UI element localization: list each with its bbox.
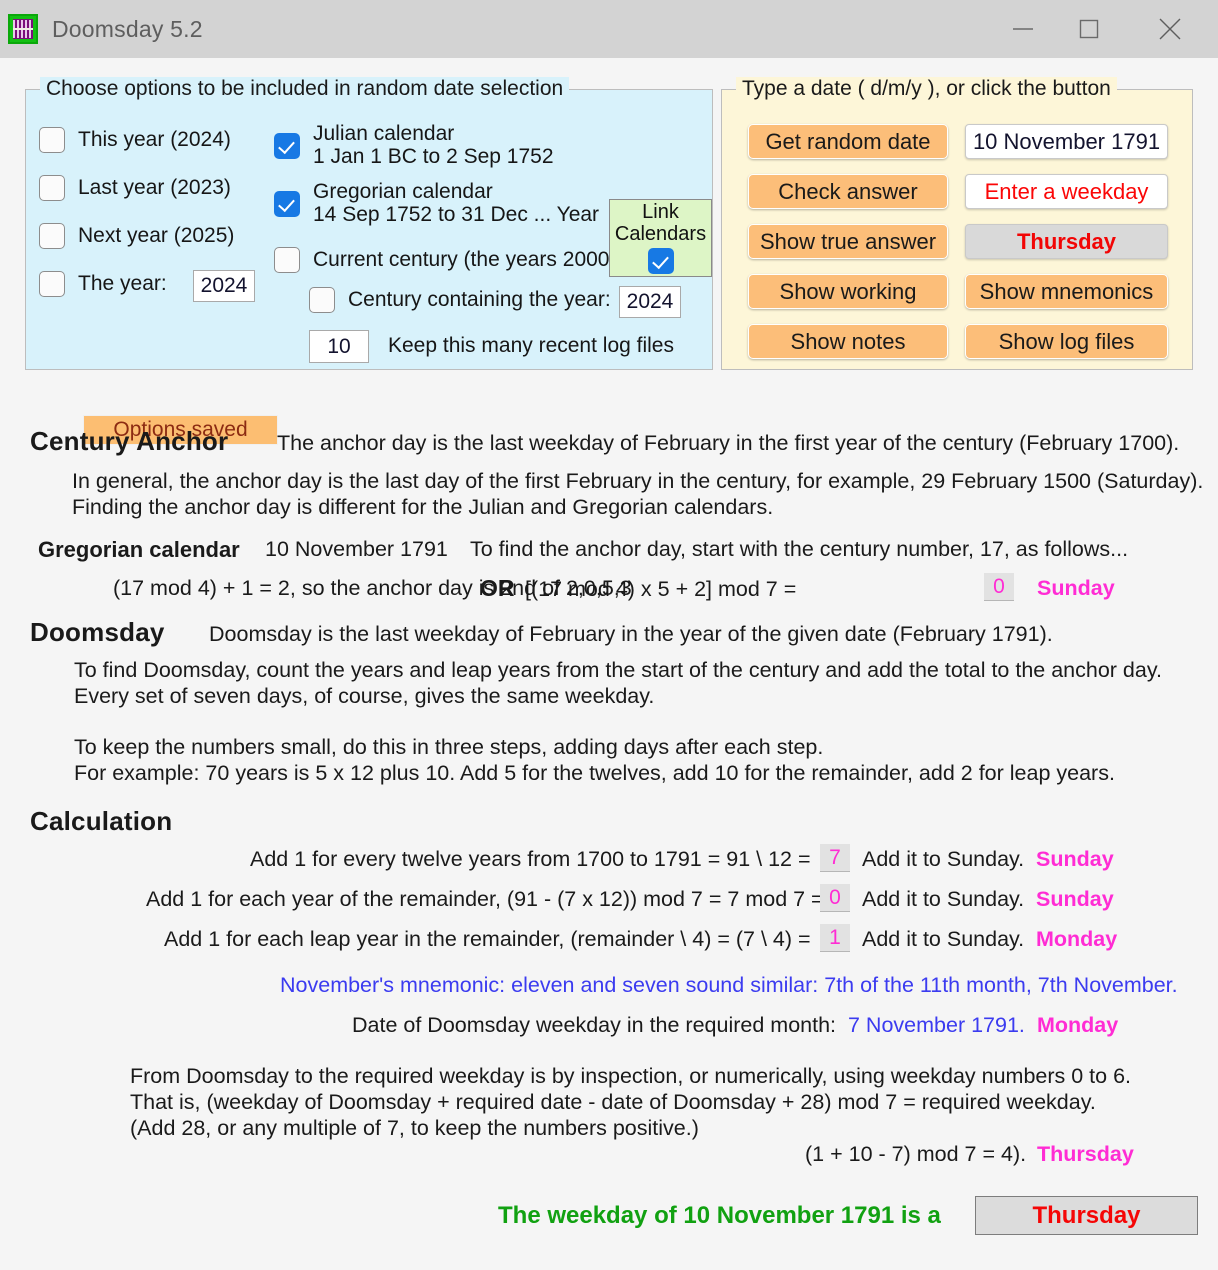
minimize-icon[interactable] (990, 0, 1056, 58)
final-formula: (1 + 10 - 7) mod 7 = 4). (805, 1142, 1027, 1166)
calc-note-2: That is, (weekday of Doomsday + required… (130, 1090, 1096, 1114)
calculation-heading: Calculation (30, 806, 173, 836)
calc-step-2-weekday: Sunday (1036, 887, 1114, 911)
calc-step-1-weekday: Sunday (1036, 847, 1114, 871)
this-year-checkbox[interactable] (39, 127, 65, 153)
calc-note-3: (Add 28, or any multiple of 7, to keep t… (130, 1116, 699, 1140)
weekday-answer-display: Thursday (965, 224, 1168, 259)
title-bar: Doomsday 5.2 (0, 0, 1218, 58)
maximize-icon[interactable] (1056, 0, 1122, 58)
close-icon[interactable] (1122, 0, 1218, 58)
final-weekday: Thursday (1037, 1142, 1134, 1166)
result-text: The weekday of 10 November 1791 is a (498, 1202, 941, 1229)
gregorian-calendar-date: 10 November 1791 (265, 537, 448, 561)
gregorian-calendar-tail: To find the anchor day, start with the c… (470, 537, 1129, 561)
checkbox-julian-calendar[interactable]: Julian calendar 1 Jan 1 BC to 2 Sep 1752 (274, 122, 554, 168)
options-panel: Choose options to be included in random … (25, 77, 713, 445)
doomsday-para2: Every set of seven days, of course, give… (74, 684, 655, 708)
gregorian-calendar-checkbox[interactable] (274, 190, 300, 217)
doomsday-date-weekday: Monday (1037, 1013, 1119, 1037)
checkbox-this-year[interactable]: This year (2024) (39, 127, 231, 153)
anchor-value-box: 0 (984, 573, 1014, 601)
show-log-files-button[interactable]: Show log files (965, 324, 1168, 359)
link-calendars-checkbox[interactable] (647, 248, 674, 275)
anchor-weekday: Sunday (1037, 576, 1115, 600)
calendar-app-icon (8, 14, 38, 44)
window-controls (990, 0, 1218, 58)
doomsday-heading-tail: Doomsday is the last weekday of February… (209, 622, 1053, 646)
options-panel-legend: Choose options to be included in random … (40, 77, 570, 101)
the-year-label: The year: (78, 271, 167, 295)
get-random-date-button[interactable]: Get random date (748, 124, 948, 159)
doomsday-para1: To find Doomsday, count the years and le… (74, 658, 1162, 682)
anchor-formula-b: [(17 mod 4) x 5 + 2] mod 7 = (525, 577, 797, 601)
link-calendars-box[interactable]: Link Calendars (609, 199, 712, 277)
next-year-checkbox[interactable] (39, 223, 65, 249)
anchor-formula-or: OR (480, 575, 515, 601)
result-weekday-box: Thursday (975, 1196, 1198, 1235)
the-year-input[interactable]: 2024 (193, 270, 255, 302)
checkbox-gregorian-calendar[interactable]: Gregorian calendar 14 Sep 1752 to 31 Dec… (274, 180, 600, 226)
century-anchor-para2: Finding the anchor day is different for … (72, 495, 774, 519)
julian-label-line1: Julian calendar (313, 122, 455, 145)
doomsday-para4: For example: 70 years is 5 x 12 plus 10.… (74, 761, 1115, 785)
weekday-input[interactable]: Enter a weekday (965, 174, 1168, 209)
gregorian-label-line2: 14 Sep 1752 to 31 Dec ... Year (313, 202, 600, 226)
doomsday-date-value: 7 November 1791. (848, 1013, 1025, 1037)
show-working-button[interactable]: Show working (748, 274, 948, 309)
show-true-answer-button[interactable]: Show true answer (748, 224, 948, 259)
the-year-checkbox[interactable] (39, 271, 65, 297)
check-answer-button[interactable]: Check answer (748, 174, 948, 209)
last-year-label: Last year (2023) (78, 175, 231, 199)
calc-step-3-weekday: Monday (1036, 927, 1118, 951)
show-notes-button[interactable]: Show notes (748, 324, 948, 359)
log-files-label: Keep this many recent log files (388, 334, 674, 357)
next-year-label: Next year (2025) (78, 223, 235, 247)
calc-step-2-text: Add 1 for each year of the remainder, (9… (146, 887, 824, 911)
century-anchor-heading: Century Anchor (30, 426, 229, 456)
date-panel: Type a date ( d/m/y ), or click the butt… (721, 77, 1193, 370)
gregorian-calendar-label: Gregorian calendar (38, 537, 240, 562)
window-title: Doomsday 5.2 (52, 15, 203, 42)
century-anchor-heading-tail: The anchor day is the last weekday of Fe… (277, 431, 1180, 455)
show-mnemonics-button[interactable]: Show mnemonics (965, 274, 1168, 309)
calc-step-3-text: Add 1 for each leap year in the remainde… (164, 927, 811, 951)
log-files-count-input[interactable]: 10 (309, 330, 369, 363)
date-panel-legend: Type a date ( d/m/y ), or click the butt… (736, 77, 1117, 101)
doomsday-date-label: Date of Doomsday weekday in the required… (352, 1013, 837, 1037)
doomsday-para3: To keep the numbers small, do this in th… (74, 735, 824, 759)
link-calendars-line2: Calendars (614, 222, 707, 245)
current-century-checkbox[interactable] (274, 247, 300, 273)
this-year-label: This year (2024) (78, 127, 231, 151)
last-year-checkbox[interactable] (39, 175, 65, 201)
checkbox-last-year[interactable]: Last year (2023) (39, 175, 231, 201)
calc-step-2-addto: Add it to Sunday. (862, 887, 1025, 911)
date-input[interactable]: 10 November 1791 (965, 124, 1168, 159)
checkbox-century-containing[interactable]: Century containing the year: (309, 287, 611, 313)
calc-note-1: From Doomsday to the required weekday is… (130, 1064, 1132, 1088)
calc-step-3-value: 1 (820, 924, 850, 952)
calc-step-1-value: 7 (820, 844, 850, 872)
link-calendars-line1: Link (642, 201, 679, 223)
calc-step-1-text: Add 1 for every twelve years from 1700 t… (250, 847, 811, 871)
century-containing-year-input[interactable]: 2024 (619, 286, 681, 318)
result-row: The weekday of 10 November 1791 is a Thu… (0, 1196, 1218, 1238)
century-containing-label: Century containing the year: (348, 287, 611, 311)
julian-calendar-checkbox[interactable] (274, 132, 300, 159)
century-anchor-para1: In general, the anchor day is the last d… (72, 469, 1204, 493)
november-mnemonic: November's mnemonic: eleven and seven so… (280, 973, 1178, 997)
calc-step-2-value: 0 (820, 884, 850, 912)
gregorian-label-line1: Gregorian calendar (313, 180, 493, 203)
checkbox-next-year[interactable]: Next year (2025) (39, 223, 234, 249)
calc-step-1-addto: Add it to Sunday. (862, 847, 1025, 871)
checkbox-the-year[interactable]: The year: (39, 271, 167, 297)
doomsday-heading: Doomsday (30, 617, 165, 647)
calc-step-3-addto: Add it to Sunday. (862, 927, 1025, 951)
julian-label-line2: 1 Jan 1 BC to 2 Sep 1752 (313, 144, 554, 168)
century-containing-checkbox[interactable] (309, 287, 335, 313)
